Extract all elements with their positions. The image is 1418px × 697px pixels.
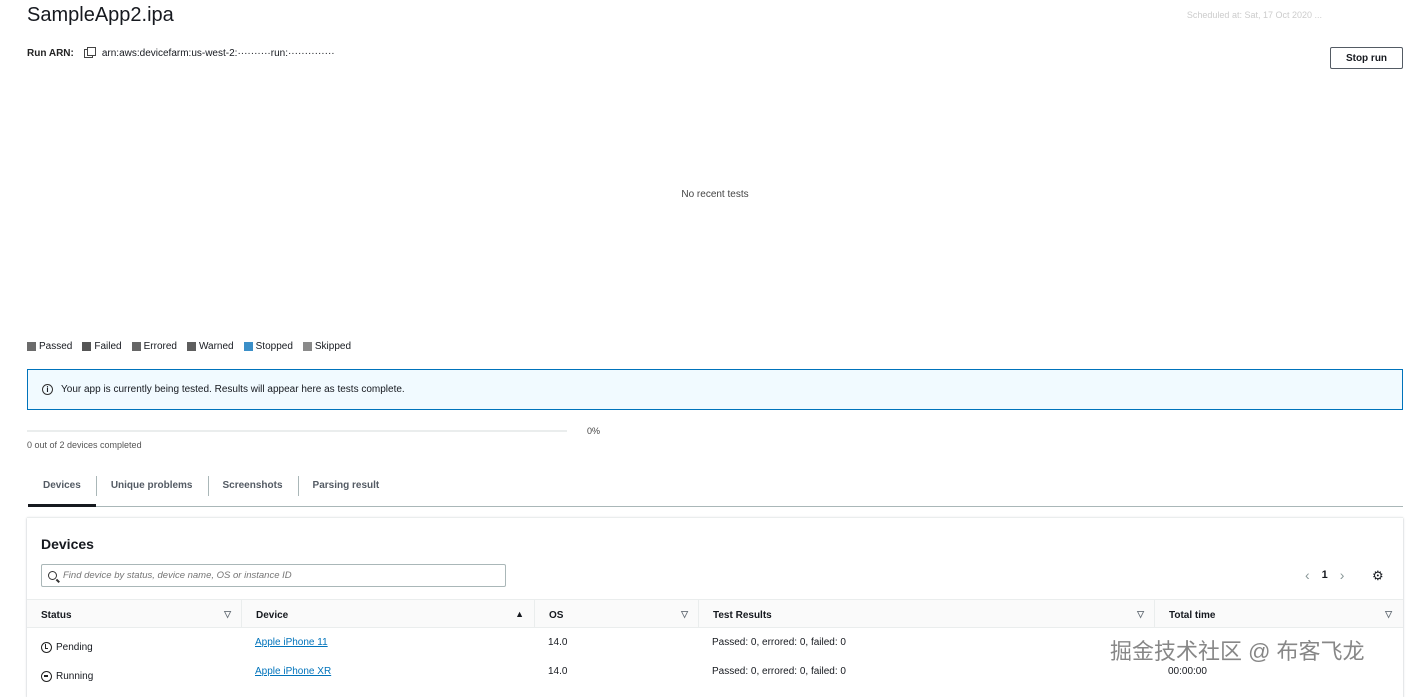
table-header: Status ▽ Device ▲ OS ▽ Test Results ▽ Total …: [27, 599, 1403, 628]
results-cell: Passed: 0, errored: 0, failed: 0: [712, 666, 846, 677]
search-icon: [48, 571, 57, 580]
devices-panel: Devices ‹ 1 › ⚙ Status ▽ Device ▲ OS ▽ Test…: [27, 517, 1403, 697]
page-title: SampleApp2.ipa: [27, 4, 174, 26]
status-cell: Pending: [27, 628, 241, 657]
legend-swatch: [27, 342, 36, 351]
column-device[interactable]: Device ▲: [241, 600, 534, 627]
pagination: ‹ 1 ›: [1305, 567, 1344, 583]
tab-devices[interactable]: Devices: [28, 474, 96, 507]
gear-icon[interactable]: ⚙: [1372, 568, 1384, 584]
progress-percent: 0%: [587, 426, 601, 436]
device-search-input[interactable]: [63, 570, 483, 581]
legend-passed: Passed: [27, 341, 72, 352]
sort-down-icon[interactable]: ▽: [1137, 609, 1144, 620]
tab-bar: Devices Unique problems Screenshots Pars…: [28, 474, 1403, 507]
os-cell: 14.0: [548, 666, 568, 677]
column-total-time[interactable]: Total time ▽: [1154, 600, 1402, 627]
legend-failed: Failed: [82, 341, 122, 352]
run-arn-label: Run ARN:: [27, 48, 74, 59]
results-cell: Passed: 0, errored: 0, failed: 0: [712, 637, 846, 648]
column-test-results[interactable]: Test Results ▽: [698, 600, 1154, 627]
watermark: 掘金技术社区 @ 布客飞龙: [1110, 639, 1365, 664]
devices-title: Devices: [41, 536, 94, 552]
tab-screenshots[interactable]: Screenshots: [207, 474, 298, 507]
device-search: [41, 564, 506, 587]
legend-warned: Warned: [186, 341, 234, 352]
legend-swatch: [131, 342, 141, 351]
column-label: Total time: [1169, 610, 1216, 621]
info-icon: i: [42, 384, 53, 395]
stop-run-button[interactable]: Stop run: [1330, 47, 1403, 69]
tab-parsing-result[interactable]: Parsing result: [297, 474, 395, 507]
no-recent-tests: No recent tests: [681, 189, 749, 200]
run-arn-value: arn:aws:devicefarm:us-west-2:··········r…: [101, 48, 335, 59]
column-label: Status: [41, 610, 72, 621]
run-arn: Run ARN: arn:aws:devicefarm:us-west-2:··…: [27, 47, 335, 59]
status-text: Running: [56, 670, 94, 682]
chevron-left-icon[interactable]: ‹: [1305, 567, 1310, 583]
column-label: Device: [256, 610, 289, 621]
legend-errored: Errored: [131, 341, 177, 352]
legend-label: Errored: [143, 341, 177, 352]
chart-legend: Passed Failed Errored Warned Stopped Ski…: [27, 341, 351, 352]
progress-bar: [27, 430, 567, 432]
page-number[interactable]: 1: [1322, 569, 1328, 581]
clock-icon: [41, 641, 52, 653]
legend-skipped: Skipped: [302, 341, 352, 352]
device-link[interactable]: Apple iPhone 11: [255, 637, 328, 648]
legend-label: Failed: [94, 341, 122, 352]
sort-down-icon[interactable]: ▽: [1385, 609, 1392, 620]
scheduled-time: Scheduled at: Sat, 17 Oct 2020 ...: [1186, 10, 1322, 20]
running-icon: [41, 670, 52, 682]
copy-icon[interactable]: [83, 47, 96, 58]
legend-swatch: [243, 342, 253, 351]
device-cell: Apple iPhone XR: [241, 657, 534, 686]
column-label: Test Results: [713, 610, 772, 621]
sort-down-icon[interactable]: ▽: [681, 609, 688, 620]
legend-swatch: [302, 342, 312, 351]
legend-label: Skipped: [314, 341, 352, 352]
legend-label: Passed: [39, 341, 73, 352]
testing-alert: i Your app is currently being tested. Re…: [27, 369, 1403, 410]
legend-label: Warned: [198, 341, 234, 352]
sort-up-icon[interactable]: ▲: [515, 609, 524, 619]
column-os[interactable]: OS ▽: [534, 600, 698, 627]
status-text: Pending: [56, 641, 93, 653]
device-link[interactable]: Apple iPhone XR: [255, 666, 331, 677]
chevron-right-icon[interactable]: ›: [1340, 567, 1345, 583]
sort-down-icon[interactable]: ▽: [224, 609, 231, 620]
legend-swatch: [82, 342, 92, 351]
device-cell: Apple iPhone 11: [241, 628, 534, 657]
os-cell: 14.0: [548, 637, 568, 648]
legend-swatch: [186, 342, 196, 351]
column-label: OS: [549, 610, 564, 621]
legend-label: Stopped: [255, 341, 293, 352]
tab-unique-problems[interactable]: Unique problems: [95, 474, 208, 507]
legend-stopped: Stopped: [243, 341, 293, 352]
devices-completed: 0 out of 2 devices completed: [27, 440, 142, 450]
alert-message: Your app is currently being tested. Resu…: [61, 384, 405, 395]
column-status[interactable]: Status ▽: [27, 600, 241, 627]
status-cell: Running: [27, 657, 241, 686]
